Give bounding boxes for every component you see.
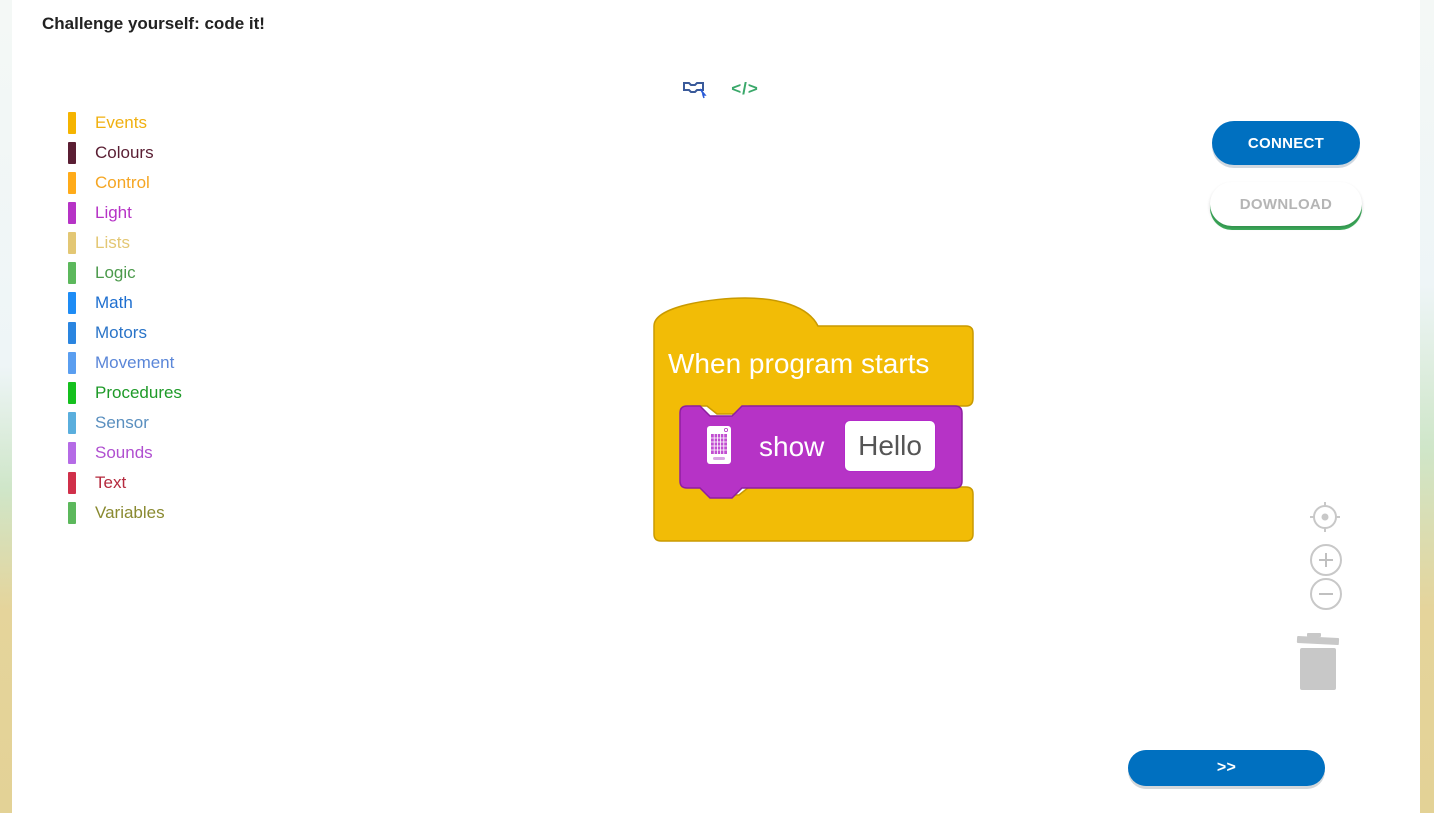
category-color-swatch xyxy=(68,262,76,284)
blocks-view-icon xyxy=(683,82,707,99)
block-category-list: Events Colours Control Light Lists Logic Math M… xyxy=(68,108,182,528)
category-colours[interactable]: Colours xyxy=(68,138,182,168)
category-color-swatch xyxy=(68,412,76,434)
category-procedures[interactable]: Procedures xyxy=(68,378,182,408)
category-label: Light xyxy=(95,203,132,222)
code-view-icon: </> xyxy=(731,79,759,98)
show-block-label: show xyxy=(759,431,825,462)
category-control[interactable]: Control xyxy=(68,168,182,198)
category-label: Procedures xyxy=(95,383,182,402)
category-label: Variables xyxy=(95,503,165,522)
recenter-icon xyxy=(1310,502,1340,532)
category-color-swatch xyxy=(68,172,76,194)
coding-stage: Challenge yourself: code it! </> Events C… xyxy=(12,0,1420,813)
category-events[interactable]: Events xyxy=(68,108,182,138)
trash-icon xyxy=(1296,633,1340,690)
category-label: Lists xyxy=(95,233,130,252)
category-light[interactable]: Light xyxy=(68,198,182,228)
category-color-swatch xyxy=(68,352,76,374)
category-label: Sounds xyxy=(95,443,153,462)
light-matrix-icon xyxy=(707,426,731,464)
category-math[interactable]: Math xyxy=(68,288,182,318)
category-color-swatch xyxy=(68,322,76,344)
zoom-in-icon xyxy=(1319,553,1333,567)
background-edge-left xyxy=(0,0,12,813)
category-color-swatch xyxy=(68,442,76,464)
zoom-out-icon xyxy=(1319,593,1333,595)
category-text[interactable]: Text xyxy=(68,468,182,498)
category-label: Math xyxy=(95,293,133,312)
category-sounds[interactable]: Sounds xyxy=(68,438,182,468)
category-color-swatch xyxy=(68,202,76,224)
download-button[interactable]: DOWNLOAD xyxy=(1210,182,1362,226)
category-label: Text xyxy=(95,473,127,492)
category-color-swatch xyxy=(68,292,76,314)
zoom-in-button[interactable] xyxy=(1310,544,1342,576)
trash-can[interactable] xyxy=(1296,632,1340,697)
category-motors[interactable]: Motors xyxy=(68,318,182,348)
page-title: Challenge yourself: code it! xyxy=(42,14,265,33)
category-label: Movement xyxy=(95,353,175,372)
show-text-input[interactable]: Hello xyxy=(844,420,936,472)
recenter-button[interactable] xyxy=(1309,501,1341,533)
background-edge-right xyxy=(1420,0,1434,813)
zoom-out-button[interactable] xyxy=(1310,578,1342,610)
view-toggle: </> xyxy=(678,78,762,100)
category-color-swatch xyxy=(68,142,76,164)
category-color-swatch xyxy=(68,112,76,134)
category-color-swatch xyxy=(68,382,76,404)
category-color-swatch xyxy=(68,232,76,254)
blocks-view-button[interactable] xyxy=(678,78,712,100)
category-logic[interactable]: Logic xyxy=(68,258,182,288)
category-label: Control xyxy=(95,173,150,192)
category-color-swatch xyxy=(68,502,76,524)
category-sensor[interactable]: Sensor xyxy=(68,408,182,438)
connect-button[interactable]: CONNECT xyxy=(1212,121,1360,165)
next-button[interactable]: >> xyxy=(1128,750,1325,786)
category-color-swatch xyxy=(68,472,76,494)
category-label: Motors xyxy=(95,323,147,342)
code-view-button[interactable]: </> xyxy=(728,78,762,100)
category-lists[interactable]: Lists xyxy=(68,228,182,258)
category-variables[interactable]: Variables xyxy=(68,498,182,528)
category-label: Logic xyxy=(95,263,136,282)
category-label: Colours xyxy=(95,143,154,162)
category-label: Sensor xyxy=(95,413,149,432)
category-label: Events xyxy=(95,113,147,132)
category-movement[interactable]: Movement xyxy=(68,348,182,378)
hat-block-label: When program starts xyxy=(668,348,930,379)
